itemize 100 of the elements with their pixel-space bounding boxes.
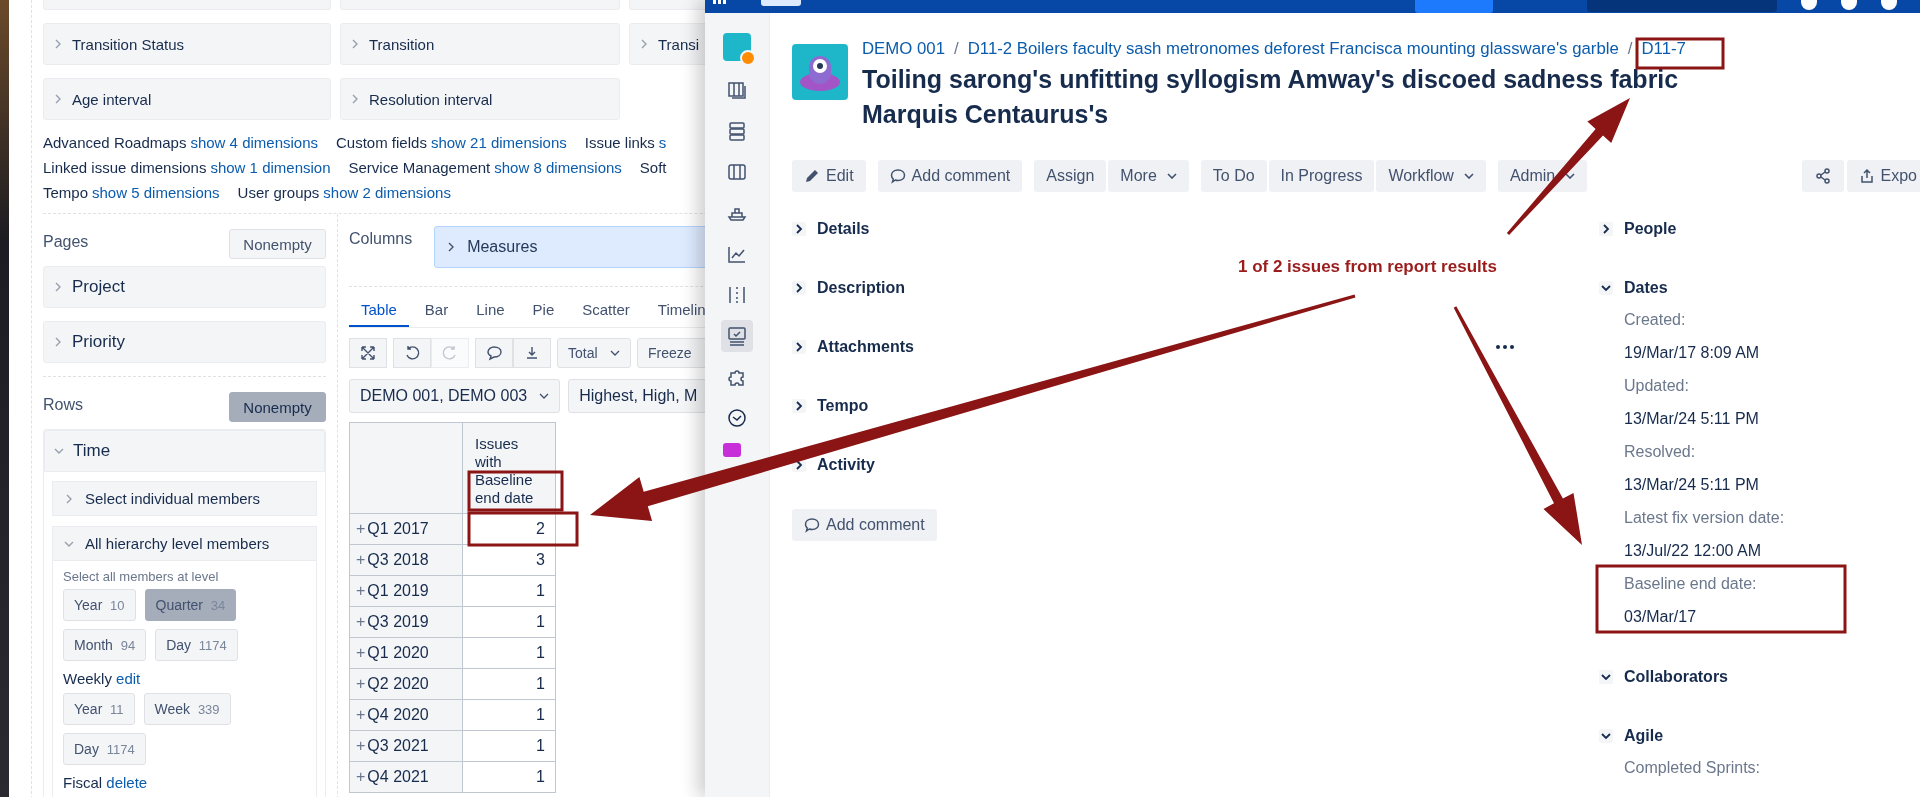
level-chip[interactable]: Day 1174: [63, 733, 146, 765]
row-header[interactable]: +Q3 2021: [349, 730, 463, 762]
expand-icon[interactable]: +: [356, 551, 366, 568]
monitor-icon[interactable]: [721, 320, 753, 352]
option-box[interactable]: Select individual members: [52, 481, 317, 516]
expand-icon[interactable]: +: [356, 675, 366, 692]
section-title[interactable]: Attachments: [817, 338, 914, 356]
add-comment-button[interactable]: Add comment: [792, 509, 937, 541]
row-header[interactable]: +Q1 2017: [349, 513, 463, 545]
more-icon[interactable]: [1496, 345, 1514, 349]
view-tab[interactable]: Line: [464, 295, 517, 327]
fullscreen-icon: [359, 344, 377, 362]
expand-icon[interactable]: +: [356, 520, 366, 537]
level-group-action-link[interactable]: edit: [116, 670, 141, 687]
section-title[interactable]: Activity: [817, 456, 875, 474]
row-header[interactable]: +Q1 2019: [349, 575, 463, 607]
view-tab[interactable]: Scatter: [570, 295, 642, 327]
dimension-box[interactable]: Age interval: [43, 78, 331, 120]
nonempty-toggle[interactable]: Nonempty: [229, 229, 326, 259]
level-chip[interactable]: Year 11: [63, 693, 135, 725]
apps-grid-icon[interactable]: [713, 0, 727, 6]
section-title[interactable]: Details: [817, 220, 870, 238]
show-dimensions-link[interactable]: show 8 dimensions: [494, 155, 622, 180]
view-tab[interactable]: Pie: [520, 295, 567, 327]
section-title[interactable]: Dates: [1624, 279, 1668, 297]
comment-button[interactable]: [475, 338, 513, 368]
breadcrumb-link[interactable]: DEMO 001: [862, 38, 945, 60]
category-name: Soft: [639, 158, 667, 178]
show-dimensions-link[interactable]: show 21 dimensions: [430, 130, 567, 155]
level-chip[interactable]: Month 94: [63, 629, 147, 661]
table-cell: 1: [462, 730, 556, 762]
dimension-box[interactable]: Transition Status: [43, 23, 331, 65]
show-dimensions-link[interactable]: show 5 dimensions: [92, 180, 220, 205]
dropdown-button[interactable]: Freeze: [637, 338, 705, 368]
toggle-chevron-icon[interactable]: [792, 222, 806, 236]
row-header[interactable]: +Q4 2020: [349, 699, 463, 731]
row-header[interactable]: +Q1 2020: [349, 637, 463, 669]
expand-icon[interactable]: +: [356, 644, 366, 661]
filter-dropdown[interactable]: Highest, High, M: [568, 379, 705, 413]
section-title[interactable]: Tempo: [817, 397, 869, 415]
row-header[interactable]: +Q3 2019: [349, 606, 463, 638]
undo-button[interactable]: [393, 338, 431, 368]
action-button[interactable]: Add comment: [877, 160, 1023, 192]
fullscreen-button[interactable]: [349, 338, 387, 368]
level-chip[interactable]: Day 1174: [155, 629, 238, 661]
filter-dropdown[interactable]: DEMO 001, DEMO 003: [349, 379, 561, 413]
action-button[interactable]: In Progress: [1268, 160, 1375, 192]
toggle-chevron-icon[interactable]: [1599, 729, 1613, 743]
toggle-chevron-icon[interactable]: [1599, 222, 1613, 236]
level-chip[interactable]: Year 10: [63, 589, 136, 621]
toggle-chevron-icon[interactable]: [1599, 670, 1613, 684]
action-button[interactable]: Edit: [792, 160, 866, 192]
row-header[interactable]: +Q3 2018: [349, 544, 463, 576]
export-button[interactable]: Expo: [1846, 160, 1920, 192]
show-dimensions-link[interactable]: show 2 dimensions: [323, 180, 451, 205]
action-button[interactable]: To Do: [1200, 160, 1267, 192]
expand-icon[interactable]: +: [356, 706, 366, 723]
chevron-right-icon: [351, 93, 359, 105]
row-header[interactable]: +Q2 2020: [349, 668, 463, 700]
action-button[interactable]: Assign: [1034, 160, 1107, 192]
nonempty-toggle[interactable]: Nonempty: [229, 392, 326, 422]
view-tab[interactable]: Table: [349, 295, 409, 327]
breadcrumb-link[interactable]: D11-7: [1641, 38, 1686, 60]
section-title[interactable]: People: [1624, 220, 1677, 238]
measures-box[interactable]: Measures: [434, 226, 705, 268]
dimension-box[interactable]: Time: [44, 430, 325, 472]
dimension-box[interactable]: Priority: [43, 321, 326, 363]
show-dimensions-link[interactable]: s: [658, 130, 667, 155]
dimension-box[interactable]: Transition: [340, 23, 620, 65]
download-button[interactable]: [513, 338, 551, 368]
expand-icon[interactable]: +: [356, 768, 366, 785]
field-label: Latest fix version date:: [1624, 508, 1786, 528]
section-title[interactable]: Description: [817, 279, 905, 297]
toggle-chevron-icon[interactable]: [1599, 281, 1613, 295]
dimension-box[interactable]: Resolution interval: [340, 78, 620, 120]
toggle-chevron-icon[interactable]: [792, 399, 806, 413]
expand-icon[interactable]: +: [356, 737, 366, 754]
action-button[interactable]: Workflow: [1376, 160, 1486, 192]
expand-icon[interactable]: +: [356, 582, 366, 599]
action-button[interactable]: More: [1108, 160, 1189, 192]
dimension-box[interactable]: Transi: [629, 23, 705, 65]
option-box[interactable]: All hierarchy level members: [52, 526, 317, 561]
toggle-chevron-icon[interactable]: [792, 281, 806, 295]
view-tab[interactable]: Timelin: [645, 295, 705, 327]
dropdown-button[interactable]: Total: [557, 338, 631, 368]
section-title[interactable]: Agile: [1624, 727, 1664, 745]
table-cell: 1: [462, 761, 556, 793]
row-header[interactable]: +Q4 2021: [349, 761, 463, 793]
level-chip[interactable]: Week 339: [143, 693, 231, 725]
section-title[interactable]: Collaborators: [1624, 668, 1728, 686]
breadcrumb-link[interactable]: D11-2 Boilers faculty sash metronomes deforest Francisca mounting glassware's garble: [967, 38, 1619, 60]
dimension-box[interactable]: Project: [43, 266, 326, 308]
show-dimensions-link[interactable]: show 4 dimensions: [190, 130, 318, 155]
share-button[interactable]: [1801, 160, 1844, 192]
show-dimensions-link[interactable]: show 1 dimension: [210, 155, 331, 180]
toggle-chevron-icon[interactable]: [792, 340, 806, 354]
category-name: Advanced Roadmaps: [43, 133, 187, 153]
expand-icon[interactable]: +: [356, 613, 366, 630]
level-group-action-link[interactable]: delete: [106, 774, 148, 791]
view-tab[interactable]: Bar: [412, 295, 461, 327]
